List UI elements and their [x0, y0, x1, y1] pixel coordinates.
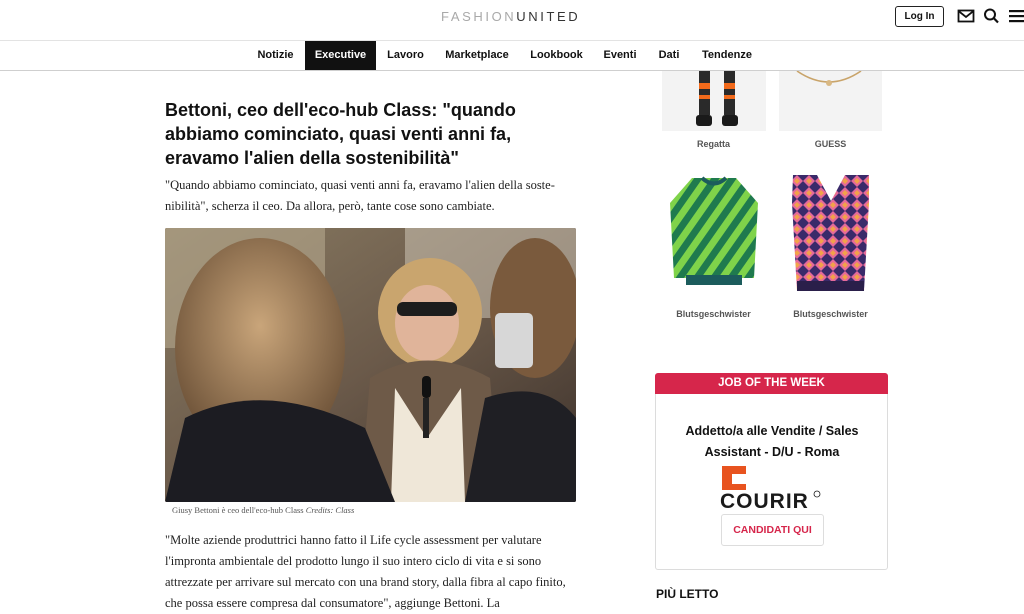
- nav-item-lookbook[interactable]: Lookbook: [526, 41, 587, 70]
- product-image-guess[interactable]: [779, 71, 882, 131]
- job-card-header: JOB OF THE WEEK: [655, 373, 888, 394]
- menu-icon[interactable]: [1007, 8, 1024, 24]
- login-button[interactable]: Log In: [895, 6, 944, 27]
- product-image-vest[interactable]: [779, 163, 882, 296]
- nav-item-executive[interactable]: Executive: [305, 41, 376, 70]
- courir-logo: COURIR: [720, 464, 830, 513]
- svg-text:COURIR: COURIR: [720, 490, 809, 509]
- nav-item-dati[interactable]: Dati: [655, 41, 683, 70]
- fashionunited-logo[interactable]: FASHIONUNITED: [441, 9, 580, 24]
- nav-item-lavoro[interactable]: Lavoro: [382, 41, 429, 70]
- job-title[interactable]: Addetto/a alle Vendite / Sales Assistant…: [666, 421, 878, 463]
- product-brand-blutsgeschwister-2[interactable]: Blutsgeschwister: [779, 309, 882, 319]
- nav-item-marketplace[interactable]: Marketplace: [441, 41, 513, 70]
- article-headline: Bettoni, ceo dell'eco-hub Class: "quando…: [165, 100, 516, 168]
- product-brand-guess[interactable]: GUESS: [779, 139, 882, 149]
- nav-item-notizie[interactable]: Notizie: [250, 41, 301, 70]
- article-lead: "Quando abbiamo cominciato, quasi venti …: [165, 178, 555, 213]
- article-body: "Molte aziende produttrici hanno fatto i…: [165, 533, 566, 610]
- apply-button[interactable]: CANDIDATI QUI: [721, 514, 824, 546]
- job-of-the-week-card[interactable]: JOB OF THE WEEK Addetto/a alle Vendite /…: [655, 373, 888, 570]
- product-brand-blutsgeschwister-1[interactable]: Blutsgeschwister: [662, 309, 765, 319]
- main-nav: Notizie Executive Lavoro Marketplace Loo…: [0, 41, 1024, 71]
- nav-item-tendenze[interactable]: Tendenze: [698, 41, 756, 70]
- most-read-heading: PIÙ LETTO: [656, 587, 719, 601]
- nav-item-eventi[interactable]: Eventi: [600, 41, 640, 70]
- product-image-sweater[interactable]: [662, 163, 766, 296]
- site-header: FASHIONUNITED Log In: [0, 0, 1024, 41]
- product-brand-regatta[interactable]: Regatta: [662, 139, 765, 149]
- search-icon[interactable]: [983, 8, 1001, 24]
- photo-caption: Giusy Bettoni è ceo dell'eco-hub Class C…: [172, 505, 355, 515]
- product-image-regatta[interactable]: [662, 71, 766, 131]
- article-photo: [165, 228, 576, 502]
- mail-icon[interactable]: [957, 8, 975, 24]
